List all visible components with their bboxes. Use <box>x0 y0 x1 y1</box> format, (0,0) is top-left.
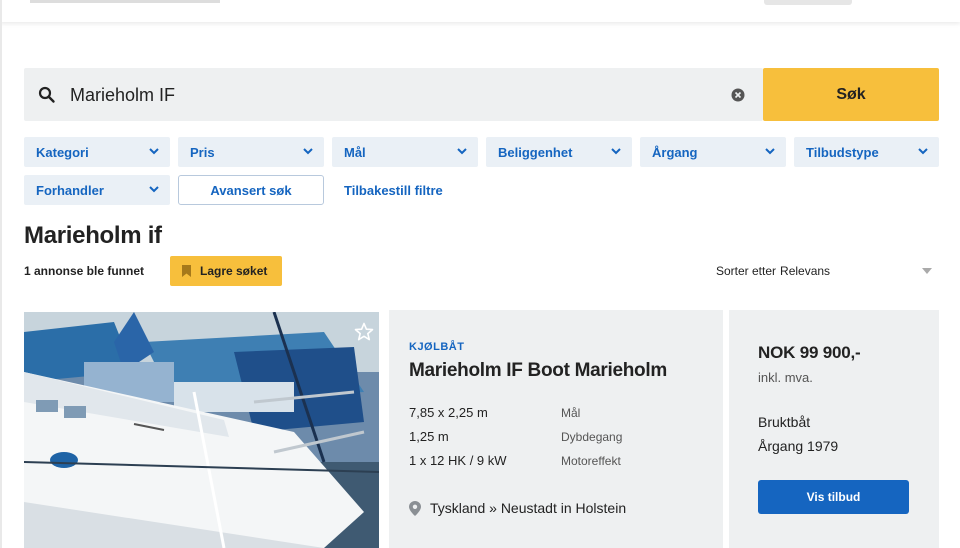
search-input[interactable]: Marieholm IF <box>70 85 175 106</box>
listing-details: KJØLBÅT Marieholm IF Boot Marieholm 7,85… <box>389 310 723 548</box>
advanced-search-button[interactable]: Avansert søk <box>178 175 324 205</box>
site-logo[interactable] <box>30 0 220 3</box>
boat-photo-illustration <box>24 312 379 548</box>
chevron-down-icon <box>457 148 467 155</box>
chevron-down-icon <box>765 148 775 155</box>
view-offer-button[interactable]: Vis tilbud <box>758 480 909 514</box>
save-search-label: Lagre søket <box>200 264 268 278</box>
filter-dealer[interactable]: Forhandler <box>24 175 170 205</box>
filter-year[interactable]: Årgang <box>640 137 786 167</box>
spec-value: 1 x 12 HK / 9 kW <box>409 453 507 468</box>
filter-label: Forhandler <box>36 182 104 198</box>
filter-label: Mål <box>344 144 366 160</box>
star-icon[interactable] <box>354 322 374 342</box>
spec-label: Motoreffekt <box>561 454 621 468</box>
filter-label: Kategori <box>36 144 89 160</box>
listing-price-panel: NOK 99 900,- inkl. mva. Bruktbåt Årgang … <box>729 310 939 548</box>
spec-value: 1,25 m <box>409 429 449 444</box>
sort-select[interactable]: Sorter etter Relevans <box>716 264 938 278</box>
boat-photo[interactable] <box>24 312 379 548</box>
chevron-down-icon <box>611 148 621 155</box>
spec-value: 7,85 x 2,25 m <box>409 405 488 420</box>
listing-year: Årgang 1979 <box>758 438 839 454</box>
spec-label: Dybdegang <box>561 430 623 444</box>
filter-price[interactable]: Pris <box>178 137 324 167</box>
chevron-down-icon <box>149 148 159 155</box>
search-button[interactable]: Søk <box>763 68 939 121</box>
filter-label: Pris <box>190 144 215 160</box>
filter-label: Tilbudstype <box>806 144 879 160</box>
header-button[interactable] <box>764 0 852 5</box>
filter-label: Årgang <box>652 144 698 160</box>
top-navigation-bar <box>0 0 960 22</box>
chevron-down-icon <box>303 148 313 155</box>
search-field[interactable]: Marieholm IF <box>24 68 763 121</box>
results-count: 1 annonse ble funnet <box>24 264 145 278</box>
filter-dimensions[interactable]: Mål <box>332 137 478 167</box>
reset-filters-link[interactable]: Tilbakestill filtre <box>344 175 443 205</box>
listing-category: KJØLBÅT <box>409 341 465 353</box>
filter-category[interactable]: Kategori <box>24 137 170 167</box>
listing-location: Tyskland » Neustadt in Holstein <box>409 500 626 516</box>
chevron-down-icon <box>149 186 159 193</box>
listing-price: NOK 99 900,- <box>758 343 861 362</box>
sort-label: Sorter etter <box>716 264 777 278</box>
bookmark-icon <box>182 265 191 277</box>
filter-location[interactable]: Beliggenhet <box>486 137 632 167</box>
results-title: Marieholm if <box>24 222 162 249</box>
search-bar: Marieholm IF Søk <box>24 68 939 121</box>
location-pin-icon <box>409 500 421 516</box>
filter-label: Beliggenhet <box>498 144 573 160</box>
listing-condition: Bruktbåt <box>758 414 811 430</box>
listing-card[interactable]: KJØLBÅT Marieholm IF Boot Marieholm 7,85… <box>24 310 939 548</box>
chevron-down-icon <box>918 148 928 155</box>
chevron-down-icon <box>922 268 932 274</box>
spec-label: Mål <box>561 406 581 420</box>
search-icon <box>38 86 55 103</box>
listing-title[interactable]: Marieholm IF Boot Marieholm <box>409 360 667 382</box>
page-edge <box>0 0 2 548</box>
location-text: Tyskland » Neustadt in Holstein <box>430 500 627 516</box>
sort-value: Relevans <box>780 264 831 278</box>
clear-icon[interactable] <box>731 88 745 102</box>
vat-note: inkl. mva. <box>758 370 813 385</box>
save-search-button[interactable]: Lagre søket <box>170 256 282 286</box>
filter-offer-type[interactable]: Tilbudstype <box>794 137 939 167</box>
